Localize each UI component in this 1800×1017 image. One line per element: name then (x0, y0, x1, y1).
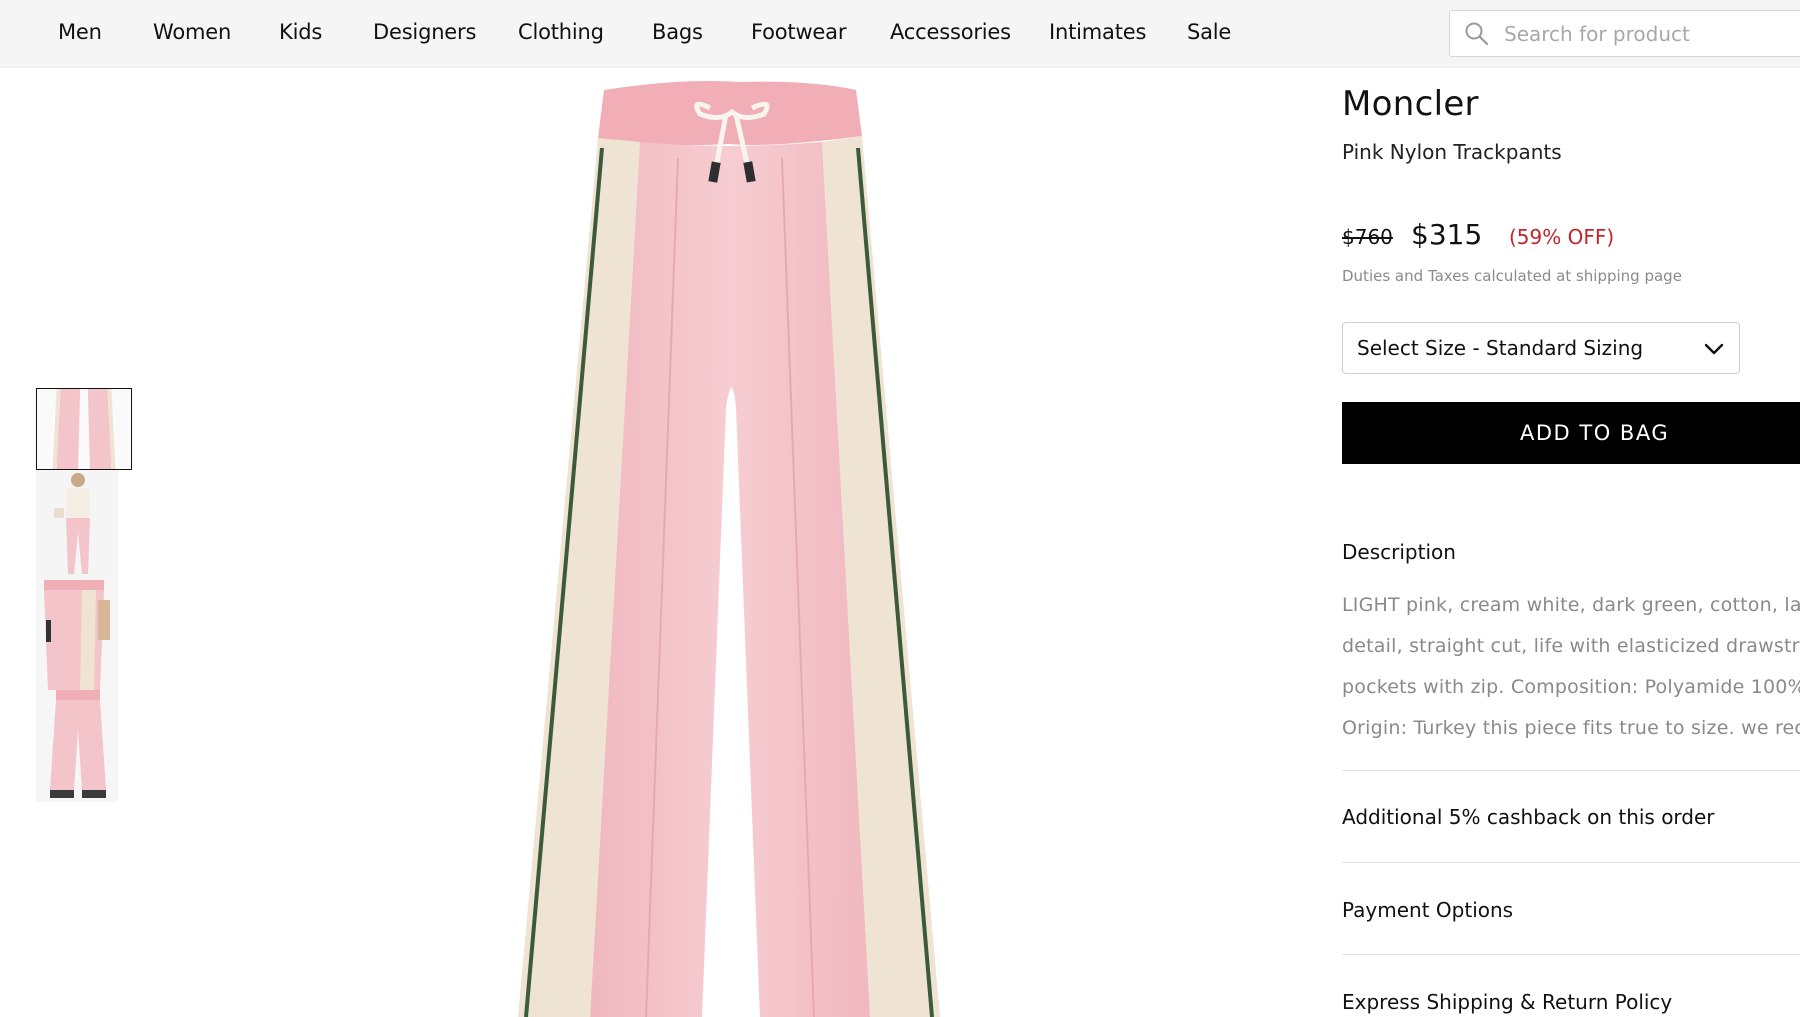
thumbnail-image (36, 470, 118, 580)
add-to-bag-button[interactable]: ADD TO BAG (1342, 402, 1800, 464)
nav-item-bags[interactable]: Bags (652, 20, 703, 44)
main-product-image[interactable] (470, 78, 990, 1017)
divider (1342, 770, 1800, 771)
thumbnail-image (36, 580, 118, 690)
nav-item-designers[interactable]: Designers (373, 20, 476, 44)
description-line: Origin: Turkey this piece fits true to s… (1342, 717, 1800, 739)
search-input[interactable] (1504, 17, 1800, 51)
thumbnail-4[interactable] (36, 690, 118, 802)
product-name: Pink Nylon Trackpants (1342, 140, 1562, 164)
duties-note: Duties and Taxes calculated at shipping … (1342, 267, 1682, 285)
chevron-down-icon (1704, 343, 1724, 355)
thumbnail-image (37, 389, 131, 469)
description-line: LIGHT pink, cream white, dark green, cot… (1342, 594, 1800, 616)
description-line: detail, straight cut, life with elastici… (1342, 635, 1800, 657)
nav-item-footwear[interactable]: Footwear (751, 20, 846, 44)
description-title[interactable]: Description (1342, 540, 1456, 564)
nav-item-accessories[interactable]: Accessories (890, 20, 1011, 44)
payment-options[interactable]: Payment Options (1342, 898, 1513, 922)
nav-item-clothing[interactable]: Clothing (518, 20, 604, 44)
nav-item-intimates[interactable]: Intimates (1049, 20, 1146, 44)
product-brand[interactable]: Moncler (1342, 84, 1479, 124)
original-price: $760 (1342, 225, 1393, 249)
nav-item-sale[interactable]: Sale (1187, 20, 1231, 44)
nav-item-kids[interactable]: Kids (279, 20, 322, 44)
divider (1342, 954, 1800, 955)
top-navigation: Men Women Kids Designers Clothing Bags F… (0, 0, 1800, 68)
thumbnail-3[interactable] (36, 580, 118, 690)
description-line: pockets with zip. Composition: Polyamide… (1342, 676, 1800, 698)
size-select[interactable]: Select Size - Standard Sizing (1342, 322, 1740, 374)
nav-item-women[interactable]: Women (153, 20, 231, 44)
cashback-info[interactable]: Additional 5% cashback on this order (1342, 805, 1715, 829)
sale-price: $315 (1411, 218, 1483, 251)
search-icon[interactable] (1464, 21, 1490, 47)
thumbnail-image (36, 690, 118, 802)
divider (1342, 862, 1800, 863)
shipping-return-policy[interactable]: Express Shipping & Return Policy (1342, 990, 1672, 1014)
thumbnail-2[interactable] (36, 470, 118, 580)
nav-item-men[interactable]: Men (58, 20, 102, 44)
thumbnail-1[interactable] (36, 388, 132, 470)
trackpants-illustration (518, 81, 940, 1017)
size-select-label: Select Size - Standard Sizing (1357, 336, 1644, 360)
search-box[interactable] (1449, 10, 1800, 57)
discount-badge: (59% OFF) (1509, 225, 1615, 249)
